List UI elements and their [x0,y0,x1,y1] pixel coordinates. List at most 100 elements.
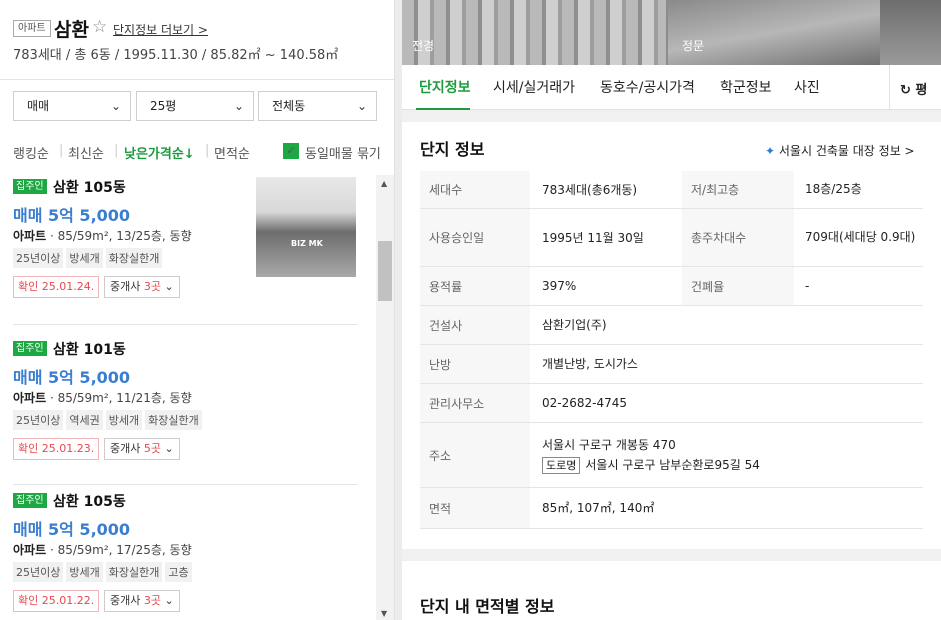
listing-scrollbar[interactable]: ▲ ▼ [376,175,394,620]
feature-tag: 방세개 [66,562,103,582]
road-name-badge: 도로명 [542,457,581,474]
table-row: 용적률 397% 건폐율 - [420,267,923,306]
sort-area[interactable]: 면적순 [214,143,250,162]
feature-tag: 방세개 [66,248,103,268]
photo-extra[interactable] [880,0,941,65]
listing-tags: 25년이상 방세개 화장실한개 [13,248,165,268]
row-key: 저/최고층 [682,171,794,208]
confirmed-date: 확인 25.01.22. [13,590,100,612]
feature-tag: 화장실한개 [145,410,202,430]
feature-tag: 역세권 [66,410,103,430]
photo-watermark: BIZ MK [291,239,323,248]
tab-school-info[interactable]: 학군정보 [720,77,772,97]
feature-tag: 고층 [165,562,192,582]
feature-tag: 25년이상 [13,410,64,430]
listing-item[interactable]: 집주인 삼환 105동 매매 5억 5,000 아파트 · 85/59m², 1… [13,489,358,620]
group-same-checkbox[interactable]: ✓ [283,143,299,159]
row-value: 18층/25층 [805,182,862,196]
row-key: 관리사무소 [420,384,530,422]
confirmed-date: 확인 25.01.23. [13,438,100,460]
listing-list: 집주인 삼환 105동 매매 5억 5,000 아파트 · 85/59m², 1… [0,175,376,620]
photo-label-gate: 정문 [682,39,705,53]
section-title: 단지 정보 [420,140,485,159]
row-key: 총주차대수 [682,209,794,266]
complex-name: 삼환 [54,19,89,41]
listing-spec: 아파트 · 85/59m², 11/21층, 동향 [13,391,192,405]
sort-low-price[interactable]: 낮은가격순↓ [124,143,195,162]
row-key: 사용승인일 [420,209,530,266]
table-row: 건설사 삼환기업(주) [420,306,923,345]
group-same-label[interactable]: 동일매물 묶기 [305,143,381,162]
tab-unit-prices[interactable]: 동호수/공시가격 [600,77,695,97]
agent-count-button[interactable]: 중개사 3곳 ⌄ [104,590,180,612]
agent-count-button[interactable]: 중개사 3곳 ⌄ [104,276,180,298]
detail-panel: 전경 정문 단지정보 시세/실거래가 동호수/공시가격 학군정보 사진 ↻ 평 … [402,0,941,620]
complex-info-section: 단지 정보 ✦ 서울시 건축물 대장 정보 > 세대수 783세대(총6개동) … [402,122,941,549]
sort-separator: | [114,143,119,158]
table-row: 주소 서울시 구로구 개봉동 470 도로명 서울시 구로구 남부순환로95길 5… [420,423,923,488]
row-key: 건설사 [420,306,530,344]
agent-count-button[interactable]: 중개사 5곳 ⌄ [104,438,180,460]
complex-info-more-link[interactable]: 단지정보 더보기 > [113,21,208,38]
sort-latest[interactable]: 최신순 [68,143,104,162]
owner-badge: 집주인 [13,493,47,508]
property-type-badge: 아파트 [13,20,51,37]
feature-tag: 방세개 [105,410,143,430]
row-value: 85㎡, 107㎡, 140㎡ [542,501,655,515]
listing-price: 매매 5억 5,000 [13,520,131,539]
listing-tags: 25년이상 방세개 화장실한개 고층 [13,562,195,582]
panel-divider[interactable] [395,0,402,620]
table-row: 세대수 783세대(총6개동) 저/최고층 18층/25층 [420,171,923,209]
listing-price: 매매 5억 5,000 [13,368,131,387]
tab-complex-info[interactable]: 단지정보 [419,77,471,97]
detail-tabs: 단지정보 시세/실거래가 동호수/공시가격 학군정보 사진 ↻ 평 [402,65,941,110]
row-value: 1995년 11월 30일 [542,231,644,245]
photo-label-front: 전경 [412,39,435,53]
active-tab-indicator [416,108,470,110]
row-key: 난방 [420,345,530,383]
section-title: 단지 내 면적별 정보 [420,597,555,616]
building-value: 전체동 [272,99,306,113]
table-row: 관리사무소 02-2682-4745 [420,384,923,423]
item-divider [13,484,358,485]
photo-front[interactable] [402,0,666,65]
listing-name: 삼환 101동 [53,342,126,358]
row-key: 건폐율 [682,267,794,305]
size-select[interactable]: 25평 ⌄ [136,91,254,121]
photo-strip[interactable]: 전경 정문 [402,0,941,65]
building-select[interactable]: 전체동 ⌄ [258,91,377,121]
listing-item[interactable]: 집주인 삼환 101동 매매 5억 5,000 아파트 · 85/59m², 1… [13,337,358,485]
listing-item[interactable]: 집주인 삼환 105동 매매 5억 5,000 아파트 · 85/59m², 1… [13,175,358,325]
table-row: 사용승인일 1995년 11월 30일 총주차대수 709대(세대당 0.9대) [420,209,923,267]
listing-price: 매매 5억 5,000 [13,206,131,225]
favorite-star-icon[interactable]: ☆ [92,17,107,37]
feature-tag: 25년이상 [13,248,64,268]
area-info-section: 단지 내 면적별 정보 [402,561,941,620]
sort-ranking[interactable]: 랭킹순 [13,143,49,162]
table-row: 난방 개별난방, 도시가스 [420,345,923,384]
photo-gate[interactable] [668,0,880,65]
scrollbar-thumb[interactable] [378,241,392,301]
row-value: 397% [542,279,577,293]
row-value: 서울시 구로구 개봉동 470 도로명 서울시 구로구 남부순환로95길 54 [530,423,923,487]
row-value: 개별난방, 도시가스 [542,357,638,371]
trade-type-value: 매매 [27,99,50,113]
row-key: 면적 [420,488,530,528]
building-registry-link[interactable]: ✦ 서울시 건축물 대장 정보 > [765,142,915,159]
size-value: 25평 [150,99,177,113]
tab-photos[interactable]: 사진 [794,77,820,97]
listing-name: 삼환 105동 [53,494,126,510]
chevron-down-icon: ⌄ [164,280,174,293]
listing-tags: 25년이상 역세권 방세개 화장실한개 [13,410,205,430]
row-value: 02-2682-4745 [542,396,628,410]
scroll-up-icon[interactable]: ▲ [381,179,387,188]
row-key: 용적률 [420,267,530,305]
scroll-down-icon[interactable]: ▼ [381,609,387,618]
unit-toggle-button[interactable]: ↻ 평 [900,79,927,98]
trade-type-select[interactable]: 매매 ⌄ [13,91,131,121]
listing-photo[interactable]: BIZ MK [256,177,356,277]
confirmed-date: 확인 25.01.24. [13,276,100,298]
listing-spec: 아파트 · 85/59m², 17/25층, 동향 [13,543,192,557]
item-divider [13,324,358,325]
tab-price-history[interactable]: 시세/실거래가 [493,77,575,97]
